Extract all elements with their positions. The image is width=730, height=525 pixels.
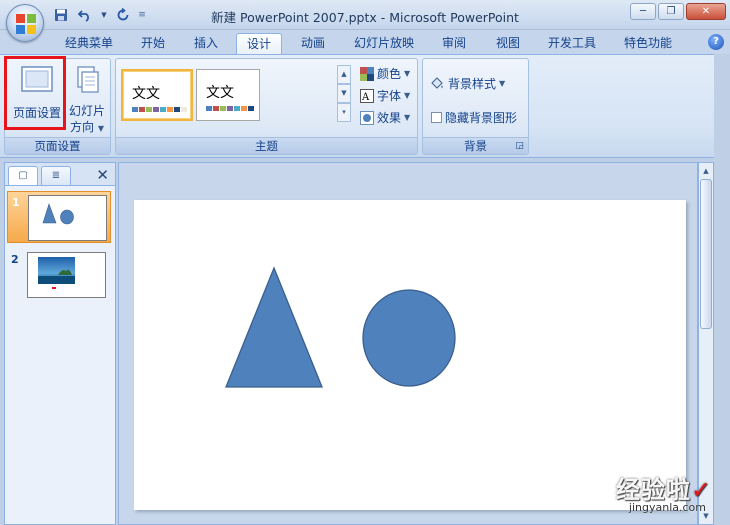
theme-office-swatches (132, 107, 187, 112)
triangle-shape[interactable] (225, 266, 323, 388)
ribbon-tabs: 经典菜单 开始 插入 设计 动画 幻灯片放映 审阅 视图 开发工具 特色功能 (0, 30, 730, 54)
watermark: 经验啦✓ (616, 470, 712, 505)
office-logo-icon (16, 14, 36, 34)
close-panel-button[interactable]: ✕ (96, 166, 109, 184)
tab-classic-menu[interactable]: 经典菜单 (58, 33, 120, 54)
tab-slide-show[interactable]: 幻灯片放映 (346, 33, 422, 54)
gallery-more-button[interactable]: ▾ (337, 103, 351, 122)
tab-slides[interactable]: ▢ (8, 166, 38, 185)
gallery-down-button[interactable]: ▼ (337, 84, 351, 103)
slide-orientation-button[interactable]: 幻灯片 方向 ▼ (65, 63, 109, 135)
title-bar: ▼ ≡ 新建 PowerPoint 2007.pptx - Microsoft … (0, 0, 730, 30)
restore-button[interactable]: ❐ (658, 3, 684, 20)
palette-icon (360, 66, 374, 81)
background-group-label: 背景 ◲ (423, 137, 528, 154)
background-styles-label: 背景样式 (448, 77, 497, 91)
paint-bucket-icon (431, 76, 443, 89)
chevron-down-icon: ▼ (97, 124, 104, 133)
window-right-edge (714, 54, 730, 525)
watermark-check-icon: ✓ (690, 476, 712, 504)
theme-colors-label: 颜色 (377, 67, 402, 81)
font-icon: A (360, 88, 374, 103)
slide-orientation-label-2: 方向 ▼ (70, 120, 104, 134)
slide-orientation-label-1: 幻灯片 (68, 104, 105, 118)
chevron-down-icon: ▼ (404, 113, 411, 122)
theme-fonts-label: 字体 (377, 89, 402, 103)
scroll-thumb[interactable] (700, 179, 712, 329)
tab-animations[interactable]: 动画 (290, 33, 336, 54)
slide-orientation-icon (77, 66, 99, 93)
slides-panel: ▢ ≣ ✕ 1 2 (4, 162, 116, 525)
theme-effects-button[interactable]: 效果 ▼ (360, 109, 410, 126)
help-icon[interactable]: ? (708, 34, 724, 50)
page-setup-group-label: 页面设置 (5, 137, 110, 154)
svg-text:A: A (361, 92, 370, 103)
tab-home[interactable]: 开始 (128, 33, 178, 54)
slide-thumbnail-2[interactable]: 2 (7, 249, 111, 301)
theme-second[interactable]: 文文 (196, 69, 260, 121)
slide-thumbnail-preview (27, 252, 106, 298)
background-styles-button[interactable]: 背景样式 ▼ (429, 75, 505, 92)
watermark-text: 经验啦 (615, 476, 691, 504)
slide-number: 1 (12, 196, 20, 209)
theme-second-preview-text: 文文 (206, 85, 234, 101)
hide-background-graphics[interactable]: 隐藏背景图形 (431, 109, 517, 126)
theme-colors-button[interactable]: 颜色 ▼ (360, 65, 410, 82)
hide-background-checkbox[interactable] (431, 112, 442, 123)
window-controls: ─ ❐ ✕ (630, 3, 726, 20)
chevron-down-icon: ▼ (404, 91, 411, 100)
theme-office-preview-text: 文文 (132, 86, 160, 102)
dialog-launcher-icon[interactable]: ◲ (515, 138, 524, 155)
background-group: 背景样式 ▼ 隐藏背景图形 背景 ◲ (422, 58, 529, 155)
office-button[interactable] (6, 4, 44, 42)
slide-thumbnail-list: 1 2 (5, 185, 115, 524)
tab-developer[interactable]: 开发工具 (540, 33, 604, 54)
tab-review[interactable]: 审阅 (432, 33, 476, 54)
tab-outline[interactable]: ≣ (41, 166, 71, 185)
theme-fonts-button[interactable]: A 字体 ▼ (360, 87, 410, 104)
hide-background-label: 隐藏背景图形 (445, 111, 518, 125)
scroll-up-button[interactable]: ▲ (699, 164, 713, 178)
slide-2-preview-image (38, 257, 75, 289)
outline-tab-icon: ≣ (51, 170, 61, 181)
close-button[interactable]: ✕ (686, 3, 726, 20)
tab-insert[interactable]: 插入 (184, 33, 228, 54)
highlight-box (4, 56, 66, 130)
tab-design[interactable]: 设计 (236, 33, 282, 54)
slide-thumbnail-1[interactable]: 1 (7, 191, 111, 243)
slide-editing-area (118, 162, 698, 525)
slide-shapes (225, 266, 456, 388)
themes-group: 文文 文文 ▲ ▼ ▾ 颜色 ▼ A 字体 ▼ 效果 ▼ 主题 (115, 58, 418, 155)
chevron-down-icon: ▼ (499, 79, 506, 88)
chevron-down-icon: ▼ (404, 69, 411, 78)
minimize-button[interactable]: ─ (630, 3, 656, 20)
theme-second-swatches (206, 106, 254, 111)
slide-number: 2 (11, 253, 19, 266)
panel-tabs: ▢ ≣ ✕ (5, 163, 115, 185)
slide-canvas[interactable] (134, 200, 686, 510)
tab-features[interactable]: 特色功能 (616, 33, 680, 54)
gallery-up-button[interactable]: ▲ (337, 65, 351, 84)
circle-shape[interactable] (362, 289, 456, 387)
effects-icon (360, 110, 374, 125)
watermark-url: jingyanla.com (628, 501, 706, 514)
themes-group-label: 主题 (116, 137, 417, 154)
theme-effects-label: 效果 (377, 111, 402, 125)
slide-1-preview-shapes (42, 203, 74, 225)
ribbon: 页面设置 幻灯片 方向 ▼ 页面设置 文文 文文 ▲ ▼ ▾ 颜色 ▼ A 字体… (0, 54, 730, 158)
tab-view[interactable]: 视图 (486, 33, 530, 54)
slides-tab-icon: ▢ (18, 170, 28, 181)
theme-office[interactable]: 文文 (121, 69, 193, 121)
slide-thumbnail-preview (28, 195, 107, 241)
theme-gallery-scroll: ▲ ▼ ▾ (337, 65, 351, 123)
background-group-title: 背景 (464, 139, 487, 153)
window-title: 新建 PowerPoint 2007.pptx - Microsoft Powe… (211, 10, 519, 25)
